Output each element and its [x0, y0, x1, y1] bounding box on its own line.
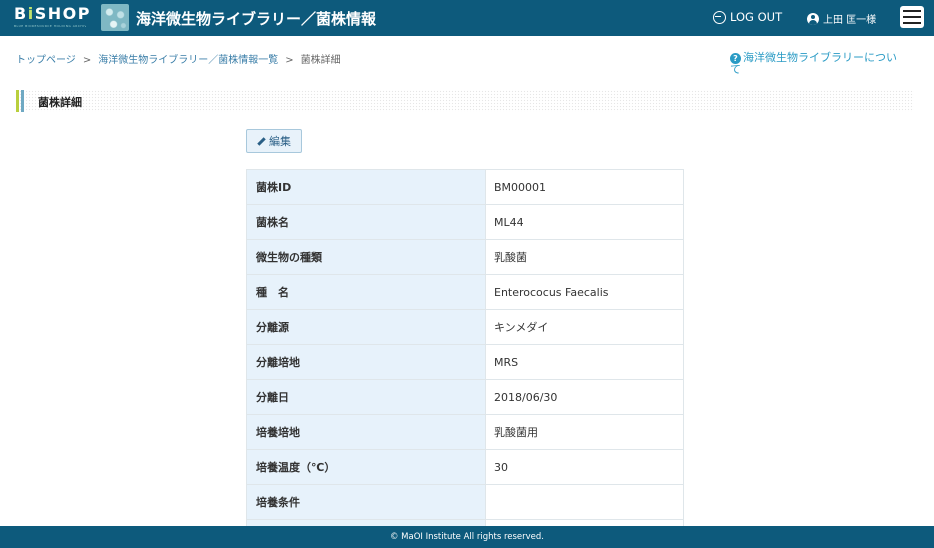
logo-subtitle: BLUE BIORESOURCE HOLDING ARCHIVE & PLATF… [14, 24, 86, 28]
hamburger-menu-button[interactable] [900, 6, 924, 28]
copyright-text: © MaOI Institute All rights reserved. [389, 532, 545, 542]
field-label: 菌株ID [246, 169, 486, 205]
field-label: 分離培地 [246, 344, 486, 380]
logo-wordmark: BiSHOP [14, 4, 91, 23]
field-label: 培養条件 [246, 484, 486, 520]
hamburger-icon [903, 10, 921, 12]
section-title: 菌株詳細 [38, 96, 82, 109]
heading-accent-bar [21, 90, 24, 112]
breadcrumb: トップページ > 海洋微生物ライブラリー／菌株情報一覧 > 菌株詳細 [16, 51, 341, 66]
table-row: 菌株名 ML44 [246, 204, 684, 240]
bishop-logo[interactable]: BiSHOP BLUE BIORESOURCE HOLDING ARCHIVE … [14, 4, 91, 32]
field-value: ML44 [485, 204, 684, 240]
top-header: BiSHOP BLUE BIORESOURCE HOLDING ARCHIVE … [0, 0, 934, 36]
breadcrumb-item-current: 菌株詳細 [300, 55, 341, 66]
section-heading: 菌株詳細 [16, 90, 914, 112]
field-value: 乳酸菌用 [485, 414, 684, 450]
about-library-link[interactable]: ? 海洋微生物ライブラリーについて [730, 52, 906, 76]
breadcrumb-item-top[interactable]: トップページ [16, 55, 76, 66]
user-menu[interactable]: 上田 匡一様 [807, 11, 876, 26]
page-title: 海洋微生物ライブラリー／菌株情報 [136, 10, 377, 28]
field-value: 乳酸菌 [485, 239, 684, 275]
user-icon [807, 12, 819, 25]
logout-label: LOG OUT [730, 10, 783, 24]
field-value: キンメダイ [485, 309, 684, 345]
field-value: MRS [485, 344, 684, 380]
about-library-label: 海洋微生物ライブラリーについて [730, 51, 897, 76]
field-label: 培養温度（℃） [246, 449, 486, 485]
table-row: 分離日 2018/06/30 [246, 379, 684, 415]
field-value: Enterococus Faecalis [485, 274, 684, 310]
field-label: 分離日 [246, 379, 486, 415]
edit-button[interactable]: 編集 [246, 129, 302, 153]
heading-accent-bar [16, 90, 19, 112]
field-value: 2018/06/30 [485, 379, 684, 415]
field-label: 分離源 [246, 309, 486, 345]
field-label: 培養培地 [246, 414, 486, 450]
breadcrumb-separator: > [82, 55, 92, 66]
table-row: 培養温度（℃） 30 [246, 449, 684, 485]
table-row: 培養条件 [246, 484, 684, 520]
field-label: 微生物の種類 [246, 239, 486, 275]
table-row: 微生物の種類 乳酸菌 [246, 239, 684, 275]
logout-button[interactable]: LOG OUT [713, 10, 782, 24]
field-value: 30 [485, 449, 684, 485]
user-name: 上田 匡一様 [823, 15, 877, 26]
table-row: 菌株ID BM00001 [246, 169, 684, 205]
strain-detail-table: 菌株ID BM00001 菌株名 ML44 微生物の種類 乳酸菌 種 名 Enteroc… [246, 169, 684, 548]
table-row: 分離源 キンメダイ [246, 309, 684, 345]
footer: © MaOI Institute All rights reserved. [0, 526, 934, 548]
field-label: 種 名 [246, 274, 486, 310]
breadcrumb-item-list[interactable]: 海洋微生物ライブラリー／菌株情報一覧 [98, 55, 278, 66]
table-row: 種 名 Enterococus Faecalis [246, 274, 684, 310]
microbe-thumbnail [101, 4, 129, 31]
field-label: 菌株名 [246, 204, 486, 240]
field-value: BM00001 [485, 169, 684, 205]
edit-button-label: 編集 [269, 135, 291, 148]
breadcrumb-separator: > [285, 55, 294, 66]
field-value [485, 484, 684, 520]
table-row: 分離培地 MRS [246, 344, 684, 380]
logout-icon [713, 10, 726, 24]
table-row: 培養培地 乳酸菌用 [246, 414, 684, 450]
pencil-icon [257, 137, 266, 146]
